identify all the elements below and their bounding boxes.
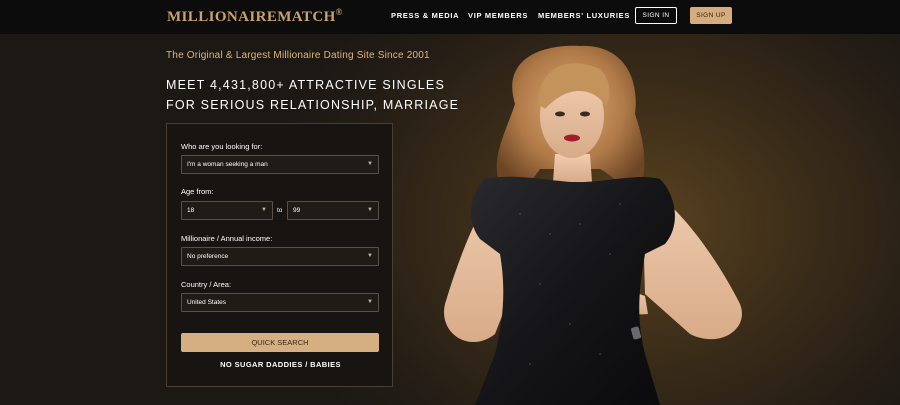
sign-up-button[interactable]: SIGN UP xyxy=(690,7,732,24)
looking-for-value: I'm a woman seeking a man xyxy=(187,161,268,168)
chevron-down-icon: ▼ xyxy=(367,207,373,213)
chevron-down-icon: ▼ xyxy=(367,299,373,305)
income-select[interactable]: No preference ▼ xyxy=(181,247,379,266)
nav-members-luxuries[interactable]: MEMBERS' LUXURIES xyxy=(538,11,630,20)
age-from-value: 18 xyxy=(187,207,195,214)
income-value: No preference xyxy=(187,253,229,260)
no-sugar-daddies-note: NO SUGAR DADDIES / BABIES xyxy=(220,360,341,369)
chevron-down-icon: ▼ xyxy=(261,207,267,213)
country-value: United States xyxy=(187,299,227,306)
age-to-select[interactable]: 99 ▼ xyxy=(287,201,379,220)
logo-text: MILLIONAIREMATCH xyxy=(167,9,336,25)
looking-for-label: Who are you looking for: xyxy=(181,142,263,151)
country-select[interactable]: United States ▼ xyxy=(181,293,379,312)
sign-in-button[interactable]: SIGN IN xyxy=(635,7,677,24)
quick-search-button[interactable]: QUICK SEARCH xyxy=(181,333,379,352)
age-from-select[interactable]: 18 ▼ xyxy=(181,201,273,220)
nav-press-media[interactable]: PRESS & MEDIA xyxy=(391,11,459,20)
site-logo[interactable]: MILLIONAIREMATCH® xyxy=(167,7,343,26)
chevron-down-icon: ▼ xyxy=(367,161,373,167)
chevron-down-icon: ▼ xyxy=(367,253,373,259)
income-label: Millionaire / Annual income: xyxy=(181,234,273,243)
top-nav-bar: MILLIONAIREMATCH® PRESS & MEDIA VIP MEMB… xyxy=(0,0,900,34)
quick-search-panel: Who are you looking for: I'm a woman see… xyxy=(166,123,393,387)
logo-registered-mark: ® xyxy=(335,7,343,17)
age-to-label: to xyxy=(277,207,283,214)
age-to-value: 99 xyxy=(293,207,301,214)
looking-for-select[interactable]: I'm a woman seeking a man ▼ xyxy=(181,155,379,174)
hero-tagline: The Original & Largest Millionaire Datin… xyxy=(166,50,430,61)
age-label: Age from: xyxy=(181,187,214,196)
nav-vip-members[interactable]: VIP MEMBERS xyxy=(468,11,528,20)
hero-woman-image xyxy=(444,45,742,405)
country-label: Country / Area: xyxy=(181,280,232,289)
